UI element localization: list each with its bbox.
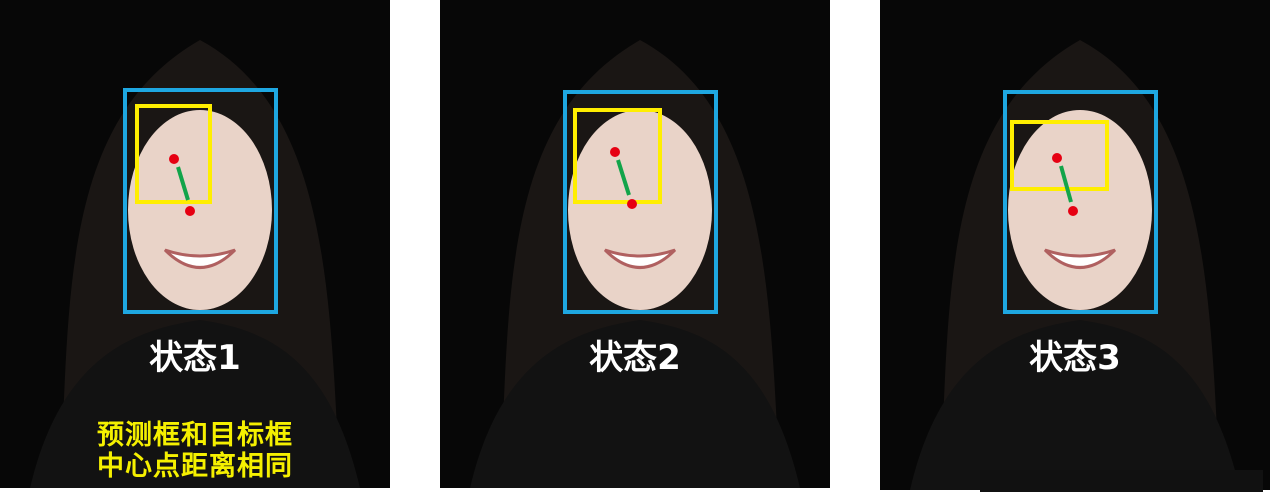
portrait — [470, 40, 800, 488]
portrait — [910, 40, 1240, 490]
predicted-center-point — [610, 147, 620, 157]
state-1-panel: 状态1 预测框和目标框 中心点距离相同 — [0, 0, 390, 488]
target-center-point — [627, 199, 637, 209]
state-label: 状态1 — [149, 338, 241, 378]
state-3-illustration — [910, 40, 1240, 490]
state-1-illustration — [30, 40, 360, 488]
note-text: 预测框和目标框 中心点距离相同 — [0, 420, 390, 482]
note-line: 预测框和目标框 — [97, 420, 293, 451]
predicted-center-point — [169, 154, 179, 164]
state-label: 状态2 — [589, 338, 681, 378]
note-line: 中心点距离相同 — [97, 451, 293, 482]
bottom-strip — [980, 470, 1263, 492]
target-center-point — [185, 206, 195, 216]
state-2-illustration — [470, 40, 800, 488]
state-2-panel: 状态2 — [440, 0, 830, 488]
state-3-panel: 状态3 — [880, 0, 1270, 490]
target-center-point — [1068, 206, 1078, 216]
state-label: 状态3 — [1029, 338, 1121, 378]
predicted-center-point — [1052, 153, 1062, 163]
